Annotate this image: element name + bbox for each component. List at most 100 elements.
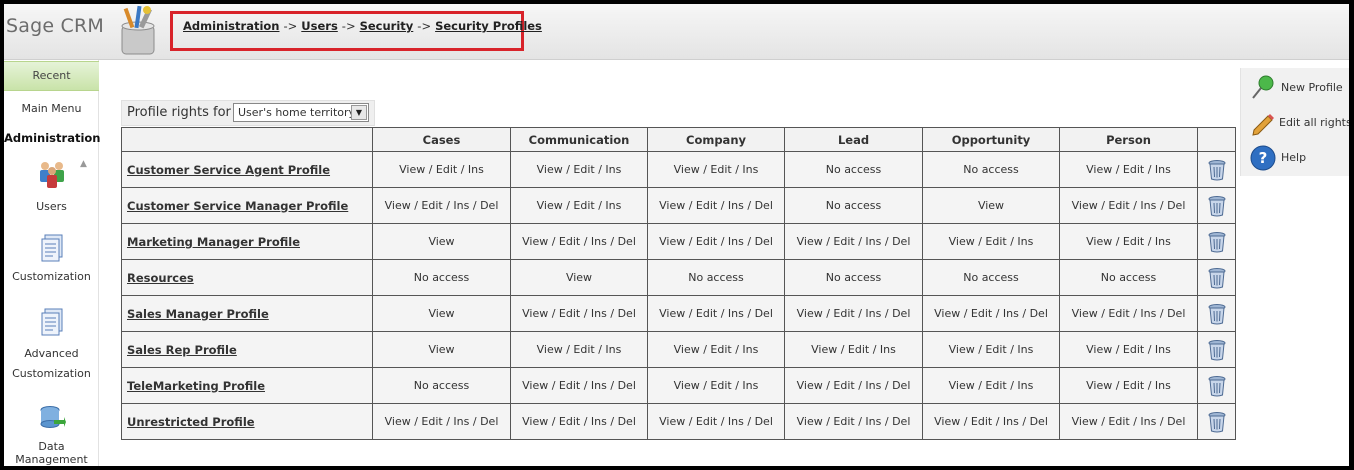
table-row: Marketing Manager Profile View View / Edit… [121,223,1236,260]
table-row: Unrestricted Profile View / Edit / Ins / … [121,403,1236,440]
territory-select-value: User's home territory [238,106,356,119]
column-header-delete [1197,127,1236,152]
profile-name-link[interactable]: Sales Manager Profile [127,307,269,321]
rights-cell-lead: No access [784,259,923,296]
rights-cell-communication: View / Edit / Ins [510,187,648,224]
rights-cell-lead: View / Edit / Ins / Del [784,223,923,260]
actions-panel: New Profile Edit all rights ? Help [1240,68,1349,176]
rights-cell-opportunity: View [922,187,1060,224]
profile-name-cell: Marketing Manager Profile [121,223,373,260]
edit-all-rights-label: Edit all rights [1279,116,1349,129]
trash-icon[interactable] [1207,159,1227,181]
profile-name-link[interactable]: Customer Service Manager Profile [127,199,348,213]
help-label: Help [1281,151,1307,164]
column-header-opportunity: Opportunity [922,127,1060,152]
main-menu-link[interactable]: Main Menu [4,102,99,115]
breadcrumb-security[interactable]: Security [360,19,414,33]
main-content: Profile rights for User's home territory… [105,64,1239,466]
profile-name-cell: Resources [121,259,373,296]
trash-icon[interactable] [1207,375,1227,397]
breadcrumb-administration[interactable]: Administration [183,19,280,33]
sidebar-item-label-line1: Advanced [24,347,79,360]
delete-cell [1197,223,1236,260]
trash-icon[interactable] [1207,267,1227,289]
rights-cell-communication: View [510,259,648,296]
column-header-company: Company [647,127,785,152]
rights-cell-cases: View / Edit / Ins [372,151,511,188]
rights-cell-communication: View / Edit / Ins [510,151,648,188]
breadcrumb-users[interactable]: Users [301,19,338,33]
column-header-cases: Cases [372,127,511,152]
profile-name-cell: Sales Manager Profile [121,295,373,332]
table-row: Sales Rep Profile View View / Edit / Ins Vi… [121,331,1236,368]
help-icon: ? [1250,145,1276,171]
trash-icon[interactable] [1207,231,1227,253]
rights-cell-company: View / Edit / Ins / Del [647,403,785,440]
profile-name-link[interactable]: Sales Rep Profile [127,343,237,357]
territory-select[interactable]: User's home territory ▼ [233,103,369,122]
profile-name-cell: Unrestricted Profile [121,403,373,440]
rights-cell-person: View / Edit / Ins / Del [1059,187,1198,224]
rights-cell-opportunity: No access [922,151,1060,188]
rights-cell-cases: No access [372,367,511,404]
profile-name-link[interactable]: TeleMarketing Profile [127,379,265,393]
delete-cell [1197,151,1236,188]
sidebar-item-label: Data Management [15,440,88,466]
sidebar-item-customization[interactable]: Customization [4,234,99,283]
profile-name-link[interactable]: Unrestricted Profile [127,415,255,429]
trash-icon[interactable] [1207,411,1227,433]
new-profile-label: New Profile [1281,81,1343,94]
profile-name-link[interactable]: Resources [127,271,194,285]
sidebar-item-label-line2: Customization [12,367,91,380]
breadcrumb-security-profiles[interactable]: Security Profiles [435,19,542,33]
column-header-person: Person [1059,127,1198,152]
advanced-customization-icon [41,308,62,336]
recent-tab[interactable]: Recent [4,61,99,91]
rights-cell-lead: View / Edit / Ins / Del [784,295,923,332]
sidebar-item-label: Advanced Customization [4,344,99,384]
administration-tools-icon [121,5,155,55]
trash-icon[interactable] [1207,339,1227,361]
breadcrumb-highlight: Administration -> Users -> Security -> Securit… [170,11,542,51]
rights-cell-cases: View [372,295,511,332]
users-icon [39,162,64,188]
rights-cell-company: View / Edit / Ins [647,367,785,404]
sidebar: Recent Main Menu Administration ▲ Users … [4,60,101,466]
rights-cell-cases: No access [372,259,511,296]
pushpin-icon [1252,75,1274,99]
security-profiles-table: Cases Communication Company Lead Opportu… [121,127,1236,440]
profile-name-cell: Customer Service Agent Profile [121,151,373,188]
profile-name-cell: Sales Rep Profile [121,331,373,368]
sidebar-item-label: Customization [12,270,91,283]
profile-name-cell: TeleMarketing Profile [121,367,373,404]
rights-cell-communication: View / Edit / Ins / Del [510,403,648,440]
header-bar: Sage CRM Administration -> Users -> Security… [4,4,1349,60]
rights-cell-person: View / Edit / Ins / Del [1059,295,1198,332]
table-row: TeleMarketing Profile No access View / Edi… [121,367,1236,404]
chevron-down-icon[interactable]: ▼ [351,105,367,120]
sidebar-item-advanced-customization[interactable]: Advanced Customization [4,308,99,384]
sidebar-item-users[interactable]: Users [4,158,99,213]
trash-icon[interactable] [1207,303,1227,325]
sidebar-item-data-management[interactable]: Data Management [4,404,99,466]
column-header-communication: Communication [510,127,648,152]
column-header-name [121,127,373,152]
profile-rights-filter: Profile rights for User's home territory… [121,100,375,126]
rights-cell-opportunity: View / Edit / Ins / Del [922,295,1060,332]
table-row: Resources No access View No access No access… [121,259,1236,296]
delete-cell [1197,331,1236,368]
rights-cell-company: View / Edit / Ins [647,331,785,368]
profile-name-link[interactable]: Customer Service Agent Profile [127,163,330,177]
delete-cell [1197,259,1236,296]
profile-name-link[interactable]: Marketing Manager Profile [127,235,300,249]
rights-cell-opportunity: View / Edit / Ins [922,331,1060,368]
app-window: Sage CRM Administration -> Users -> Security… [4,4,1349,466]
rights-cell-lead: No access [784,187,923,224]
delete-cell [1197,367,1236,404]
delete-cell [1197,403,1236,440]
trash-icon[interactable] [1207,195,1227,217]
rights-cell-lead: View / Edit / Ins / Del [784,367,923,404]
column-header-lead: Lead [784,127,923,152]
rights-cell-opportunity: View / Edit / Ins [922,367,1060,404]
rights-cell-cases: View [372,331,511,368]
